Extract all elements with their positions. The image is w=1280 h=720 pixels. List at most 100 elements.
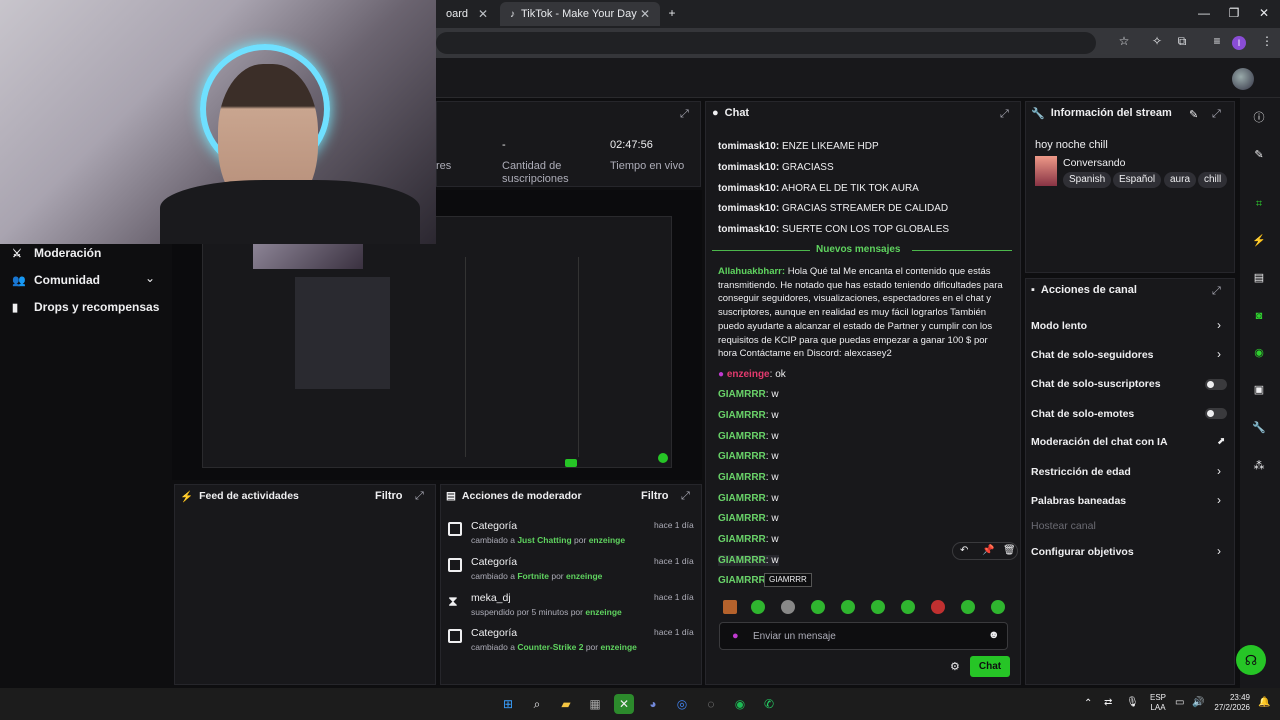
popout-icon[interactable]: ⤢ bbox=[681, 490, 1272, 503]
activity-feed-title: Feed de actividades bbox=[199, 490, 299, 502]
close-icon[interactable]: ✕ bbox=[478, 7, 488, 21]
emote-icon[interactable] bbox=[723, 600, 737, 614]
app-icon[interactable]: ◌ bbox=[701, 694, 721, 714]
chevron-right-icon[interactable]: › bbox=[1217, 544, 1221, 558]
monitor-icon[interactable]: ▭ bbox=[1175, 697, 1184, 708]
extension-icon[interactable]: ✧ bbox=[1148, 34, 1166, 48]
action-age-restriction[interactable]: Restricción de edad bbox=[1031, 466, 1131, 478]
username-tooltip: GIAMRRR bbox=[764, 573, 812, 587]
tag[interactable]: aura bbox=[1164, 172, 1197, 188]
emote-only-toggle[interactable] bbox=[1205, 408, 1227, 419]
channel-actions-header: ▪ Acciones de canal bbox=[1031, 284, 1137, 296]
emote-icon[interactable] bbox=[751, 600, 765, 614]
action-subs-only[interactable]: Chat de solo-suscriptores bbox=[1031, 378, 1161, 390]
minimize-icon[interactable]: — bbox=[1194, 6, 1214, 20]
action-followers-only[interactable]: Chat de solo-seguidores bbox=[1031, 349, 1154, 361]
chat-input[interactable]: ● Enviar un mensaje ☻ bbox=[719, 622, 1008, 650]
search-icon[interactable]: ⌕ bbox=[527, 694, 547, 714]
nav-item-drops[interactable]: ▮ Drops y recompensas bbox=[12, 300, 159, 314]
menu-icon[interactable]: ⋮ bbox=[1258, 34, 1276, 48]
new-tab-icon[interactable]: + bbox=[662, 6, 682, 20]
spotify-icon[interactable]: ◉ bbox=[730, 694, 750, 714]
chevron-down-icon[interactable]: ⌄ bbox=[145, 271, 155, 285]
emote-icon[interactable] bbox=[871, 600, 885, 614]
gear-icon[interactable]: ⚙ bbox=[950, 660, 960, 673]
clip-icon[interactable]: ⌗ bbox=[1249, 194, 1269, 214]
broadcast-icon[interactable]: ◉ bbox=[1249, 343, 1269, 363]
whatsapp-icon[interactable]: ✆ bbox=[759, 694, 779, 714]
media-icon[interactable]: ≡ bbox=[1208, 34, 1226, 48]
star-icon[interactable]: ☆ bbox=[1115, 34, 1133, 48]
browser-tab-tiktok[interactable]: ♪ TikTok - Make Your Day ✕ bbox=[500, 2, 660, 26]
layout-icon[interactable]: ▣ bbox=[1249, 380, 1269, 400]
emote-picker-icon[interactable]: ☻ bbox=[988, 629, 1000, 641]
trash-icon[interactable]: 🗑 bbox=[1003, 545, 1016, 556]
lightning-icon[interactable]: ⚡ bbox=[1249, 231, 1269, 251]
emote-icon[interactable] bbox=[991, 600, 1005, 614]
mod-action-detail: cambiado a Just Chatting por enzeinge bbox=[471, 535, 626, 545]
info-icon[interactable]: ⓘ bbox=[1249, 108, 1269, 128]
apps-icon[interactable]: ⁂ bbox=[1249, 456, 1269, 476]
activity-filter-button[interactable]: Filtro bbox=[375, 490, 403, 502]
external-link-icon[interactable]: ⬈ bbox=[1217, 436, 1225, 447]
subs-only-toggle[interactable] bbox=[1205, 379, 1227, 390]
document-icon: ▤ bbox=[446, 490, 456, 502]
emote-icon[interactable] bbox=[781, 600, 795, 614]
close-window-icon[interactable]: ✕ bbox=[1254, 6, 1274, 20]
tag[interactable]: chill bbox=[1198, 172, 1228, 188]
action-emote-only[interactable]: Chat de solo-emotes bbox=[1031, 408, 1134, 420]
action-set-goals[interactable]: Configurar objetivos bbox=[1031, 546, 1134, 558]
mod-action-title: Categoría bbox=[471, 627, 518, 639]
emote-icon[interactable] bbox=[841, 600, 855, 614]
close-icon[interactable]: ✕ bbox=[640, 7, 650, 21]
browser-tab-dashboard[interactable]: oard ✕ bbox=[436, 2, 498, 26]
chevron-right-icon[interactable]: › bbox=[1217, 464, 1221, 478]
chevron-right-icon[interactable]: › bbox=[1217, 347, 1221, 361]
send-chat-button[interactable]: Chat bbox=[970, 656, 1010, 677]
pin-icon[interactable]: 📌 bbox=[982, 545, 994, 556]
chevron-up-icon[interactable]: ⌃ bbox=[1084, 698, 1092, 709]
maximize-icon[interactable]: ❐ bbox=[1224, 6, 1244, 20]
network-icon[interactable]: ⇄ bbox=[1104, 697, 1112, 708]
language-indicator[interactable]: ESP LAA bbox=[1150, 693, 1166, 713]
action-slow-mode[interactable]: Modo lento bbox=[1031, 320, 1087, 332]
chat-username: Allahuakbharr bbox=[718, 266, 782, 277]
new-messages-label: Nuevos mensajes bbox=[816, 244, 901, 255]
chat-message: GIAMRRR: w bbox=[718, 410, 779, 421]
action-ai-moderation[interactable]: Moderación del chat con IA bbox=[1031, 436, 1168, 448]
notification-icon[interactable]: 🔔 bbox=[1258, 697, 1270, 708]
discord-icon[interactable]: ◕ bbox=[643, 694, 663, 714]
store-icon[interactable]: ▦ bbox=[585, 694, 605, 714]
tag[interactable]: Spanish bbox=[1063, 172, 1112, 188]
chat-message: tomimask10: SUERTE CON LOS TOP GLOBALES bbox=[718, 224, 950, 235]
speaker-icon[interactable]: 🔊 bbox=[1192, 697, 1204, 708]
clock[interactable]: 23:49 27/2/2026 bbox=[1210, 693, 1250, 713]
emote-icon[interactable] bbox=[961, 600, 975, 614]
tag[interactable]: Español bbox=[1113, 172, 1162, 188]
omnibox[interactable] bbox=[436, 32, 1096, 54]
reply-icon[interactable]: ↶ bbox=[960, 545, 968, 556]
chat-bubble-icon[interactable]: ◙ bbox=[1249, 306, 1269, 326]
emote-icon[interactable] bbox=[811, 600, 825, 614]
mod-filter-button[interactable]: Filtro bbox=[641, 490, 669, 502]
help-icon[interactable]: ☊ bbox=[1236, 645, 1266, 675]
document-icon[interactable]: ▤ bbox=[1249, 268, 1269, 288]
windows-start-icon[interactable]: ⊞ bbox=[498, 694, 518, 714]
minecraft-icon[interactable]: ✕ bbox=[614, 694, 634, 714]
chevron-right-icon[interactable]: › bbox=[1217, 318, 1221, 332]
folder-icon[interactable]: ▰ bbox=[556, 694, 576, 714]
nav-item-label: Comunidad bbox=[34, 273, 100, 287]
avatar[interactable] bbox=[1232, 68, 1254, 90]
mic-icon[interactable]: 🎙 bbox=[1126, 697, 1139, 708]
puzzle-icon[interactable]: ⧉ bbox=[1173, 34, 1191, 49]
emote-icon[interactable] bbox=[931, 600, 945, 614]
chrome-icon[interactable]: ◎ bbox=[672, 694, 692, 714]
wrench-icon[interactable]: 🔧 bbox=[1249, 418, 1269, 438]
nav-item-moderation[interactable]: ⚔ Moderación bbox=[12, 246, 101, 260]
emote-icon[interactable] bbox=[901, 600, 915, 614]
pencil-icon[interactable]: ✎ bbox=[1189, 108, 1198, 121]
pencil-icon[interactable]: ✎ bbox=[1249, 145, 1269, 165]
nav-item-community[interactable]: 👥 Comunidad bbox=[12, 273, 100, 287]
chat-message-hovered[interactable]: GIAMRRR: w bbox=[718, 555, 779, 566]
profile-icon[interactable]: I bbox=[1232, 36, 1246, 50]
